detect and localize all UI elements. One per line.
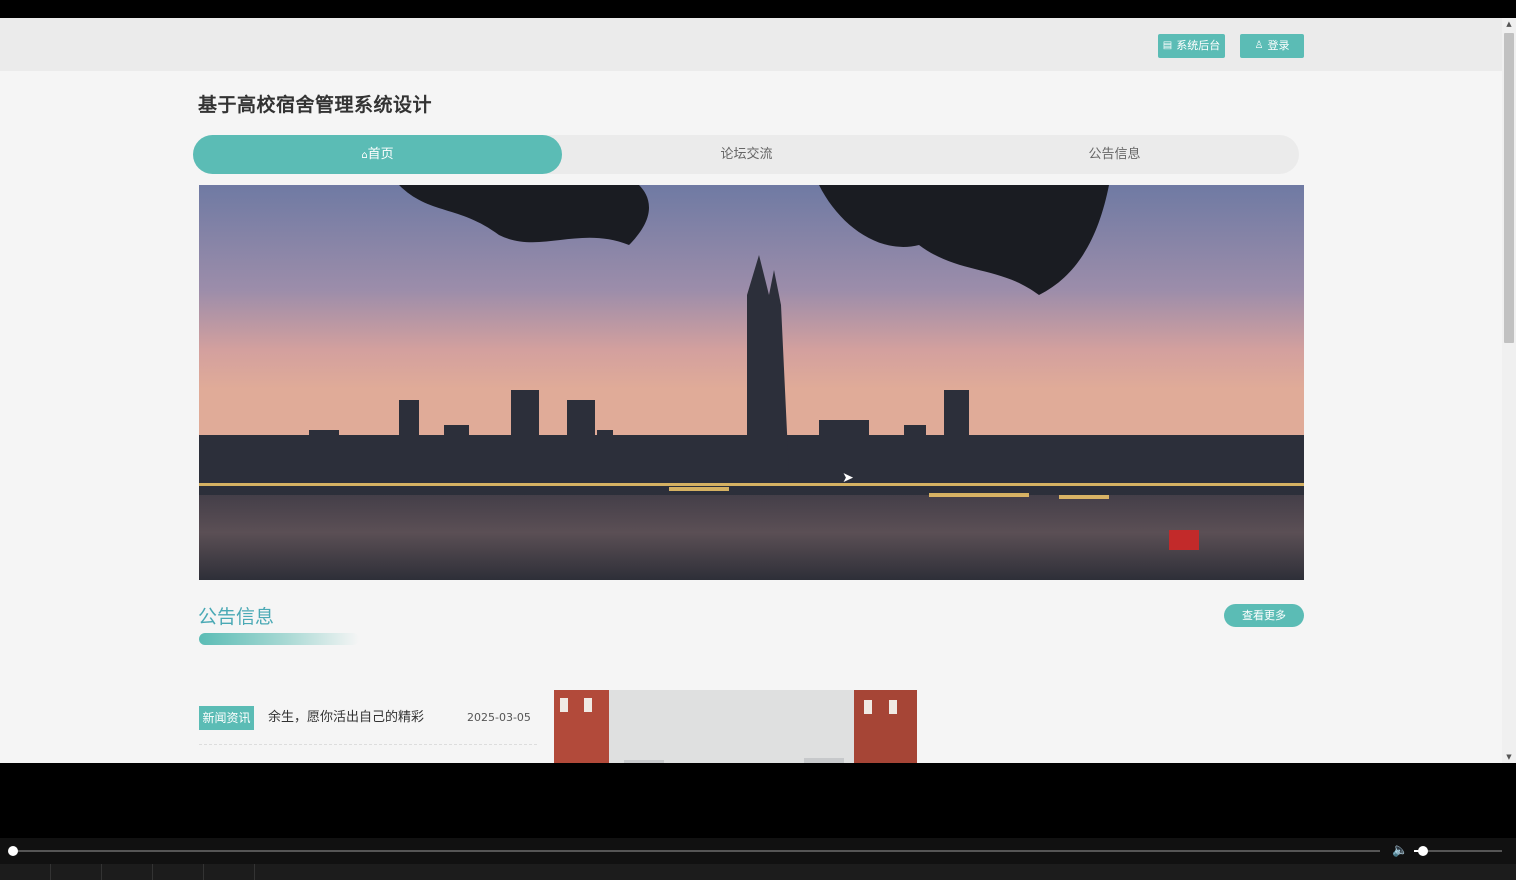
video-player-controls: 🔈	[0, 838, 1516, 864]
section-title: 公告信息	[198, 606, 275, 628]
scroll-down-icon[interactable]: ▼	[1505, 753, 1513, 761]
news-image[interactable]	[554, 690, 917, 763]
mouse-cursor-icon: ➤	[842, 470, 854, 486]
page-scrollbar[interactable]: ▲ ▼	[1502, 18, 1516, 763]
scroll-thumb[interactable]	[1504, 33, 1514, 343]
scroll-up-icon[interactable]: ▲	[1505, 20, 1513, 28]
seek-bar[interactable]	[13, 850, 1380, 852]
list-item[interactable]: 新闻资讯 余生，愿你活出自己的精彩 2025-03-05	[199, 706, 537, 745]
news-tag: 新闻资讯	[199, 706, 254, 730]
taskbar-item[interactable]	[102, 864, 153, 880]
login-button-label: 登录	[1267, 39, 1290, 52]
news-image-graphic	[554, 690, 917, 763]
banner-carousel[interactable]	[199, 185, 1304, 580]
taskbar-item[interactable]	[0, 864, 51, 880]
nav-item-label: 首页	[367, 147, 394, 162]
login-button[interactable]: ♙ 登录	[1240, 34, 1304, 58]
main-nav: ⌂首页 论坛交流 公告信息	[193, 135, 1299, 174]
admin-button[interactable]: ▤ 系统后台	[1158, 34, 1225, 58]
taskbar-item[interactable]	[153, 864, 204, 880]
nav-item-label: 论坛交流	[720, 147, 773, 162]
view-more-button[interactable]: 查看更多	[1224, 604, 1304, 627]
taskbar-item[interactable]	[204, 864, 255, 880]
nav-item-home[interactable]: ⌂首页	[193, 135, 562, 174]
site-title: 基于高校宿舍管理系统设计	[198, 94, 433, 116]
taskbar-item[interactable]	[51, 864, 102, 880]
volume-handle[interactable]	[1418, 846, 1428, 856]
admin-button-label: 系统后台	[1176, 39, 1221, 52]
seek-handle[interactable]	[8, 846, 18, 856]
user-icon: ♙	[1254, 40, 1264, 51]
browser-viewport: ▤ 系统后台 ♙ 登录 基于高校宿舍管理系统设计 ⌂首页 论坛交流 公告信息 公…	[0, 18, 1516, 763]
news-title[interactable]: 余生，愿你活出自己的精彩	[268, 706, 424, 730]
book-icon: ▤	[1162, 40, 1173, 51]
nav-item-forum[interactable]: 论坛交流	[562, 135, 931, 174]
banner-image	[199, 185, 1304, 580]
volume-icon[interactable]: 🔈	[1392, 843, 1408, 858]
top-bar: ▤ 系统后台 ♙ 登录	[0, 18, 1502, 71]
section-title-underline	[199, 633, 359, 645]
news-date: 2025-03-05	[467, 711, 531, 724]
taskbar	[0, 864, 1516, 880]
nav-item-label: 公告信息	[1088, 147, 1141, 162]
nav-item-notice[interactable]: 公告信息	[930, 135, 1299, 174]
